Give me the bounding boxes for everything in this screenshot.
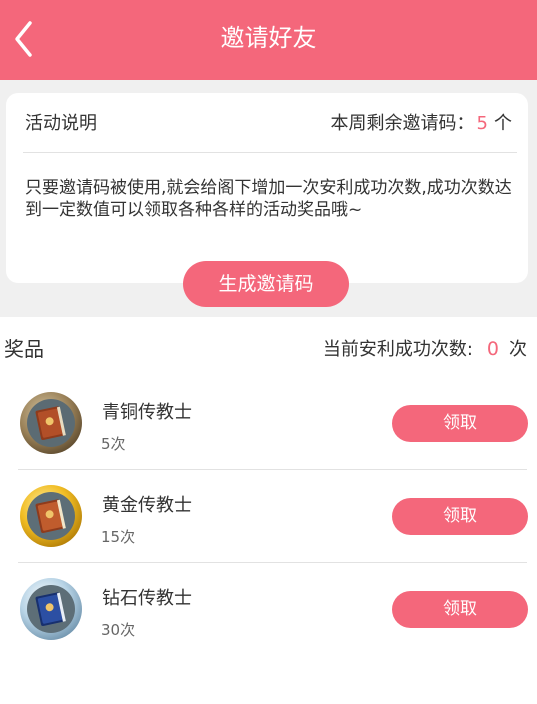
remaining-label: 本周剩余邀请码： <box>330 113 475 134</box>
prizes-title: 奖品 <box>4 337 44 361</box>
gold-book-medal-icon <box>20 485 82 547</box>
card-divider <box>23 152 517 153</box>
prize-row-gold: 黄金传教士 15次 领取 <box>0 470 537 563</box>
prize-header: 奖品 当前安利成功次数: 0 次 <box>0 334 537 364</box>
activity-description: 只要邀请码被使用,就会给阁下增加一次安利成功次数,成功次数达到一定数值可以领取各… <box>25 178 512 220</box>
diamond-book-medal-icon <box>20 578 82 640</box>
prize-requirement: 15次 <box>101 528 136 546</box>
activity-card: 活动说明 本周剩余邀请码： 5 个 只要邀请码被使用,就会给阁下增加一次安利成功次数… <box>6 93 528 283</box>
prize-name: 黄金传教士 <box>102 495 192 516</box>
claim-button-diamond[interactable]: 领取 <box>392 591 528 628</box>
bronze-book-medal-icon <box>20 392 82 454</box>
app-header: 邀请好友 <box>0 0 537 80</box>
prize-requirement: 30次 <box>101 621 136 639</box>
success-count: 当前安利成功次数: 0 次 <box>323 336 527 363</box>
prize-row-bronze: 青铜传教士 5次 领取 <box>0 377 537 470</box>
claim-button-bronze[interactable]: 领取 <box>392 405 528 442</box>
remaining-invite-codes: 本周剩余邀请码： 5 个 <box>331 111 512 137</box>
page-title: 邀请好友 <box>220 24 317 52</box>
prize-name: 青铜传教士 <box>102 402 192 423</box>
remaining-count: 5 <box>476 113 488 134</box>
success-count-value: 0 <box>486 338 499 360</box>
prize-requirement: 5次 <box>101 435 126 453</box>
generate-invite-code-button[interactable]: 生成邀请码 <box>183 261 349 307</box>
activity-label: 活动说明 <box>25 113 97 134</box>
prize-row-diamond: 钻石传教士 30次 领取 <box>0 563 537 656</box>
success-unit: 次 <box>509 339 527 360</box>
prize-name: 钻石传教士 <box>102 588 192 609</box>
claim-button-gold[interactable]: 领取 <box>392 498 528 535</box>
success-label: 当前安利成功次数: <box>322 339 473 360</box>
remaining-unit: 个 <box>494 113 512 134</box>
